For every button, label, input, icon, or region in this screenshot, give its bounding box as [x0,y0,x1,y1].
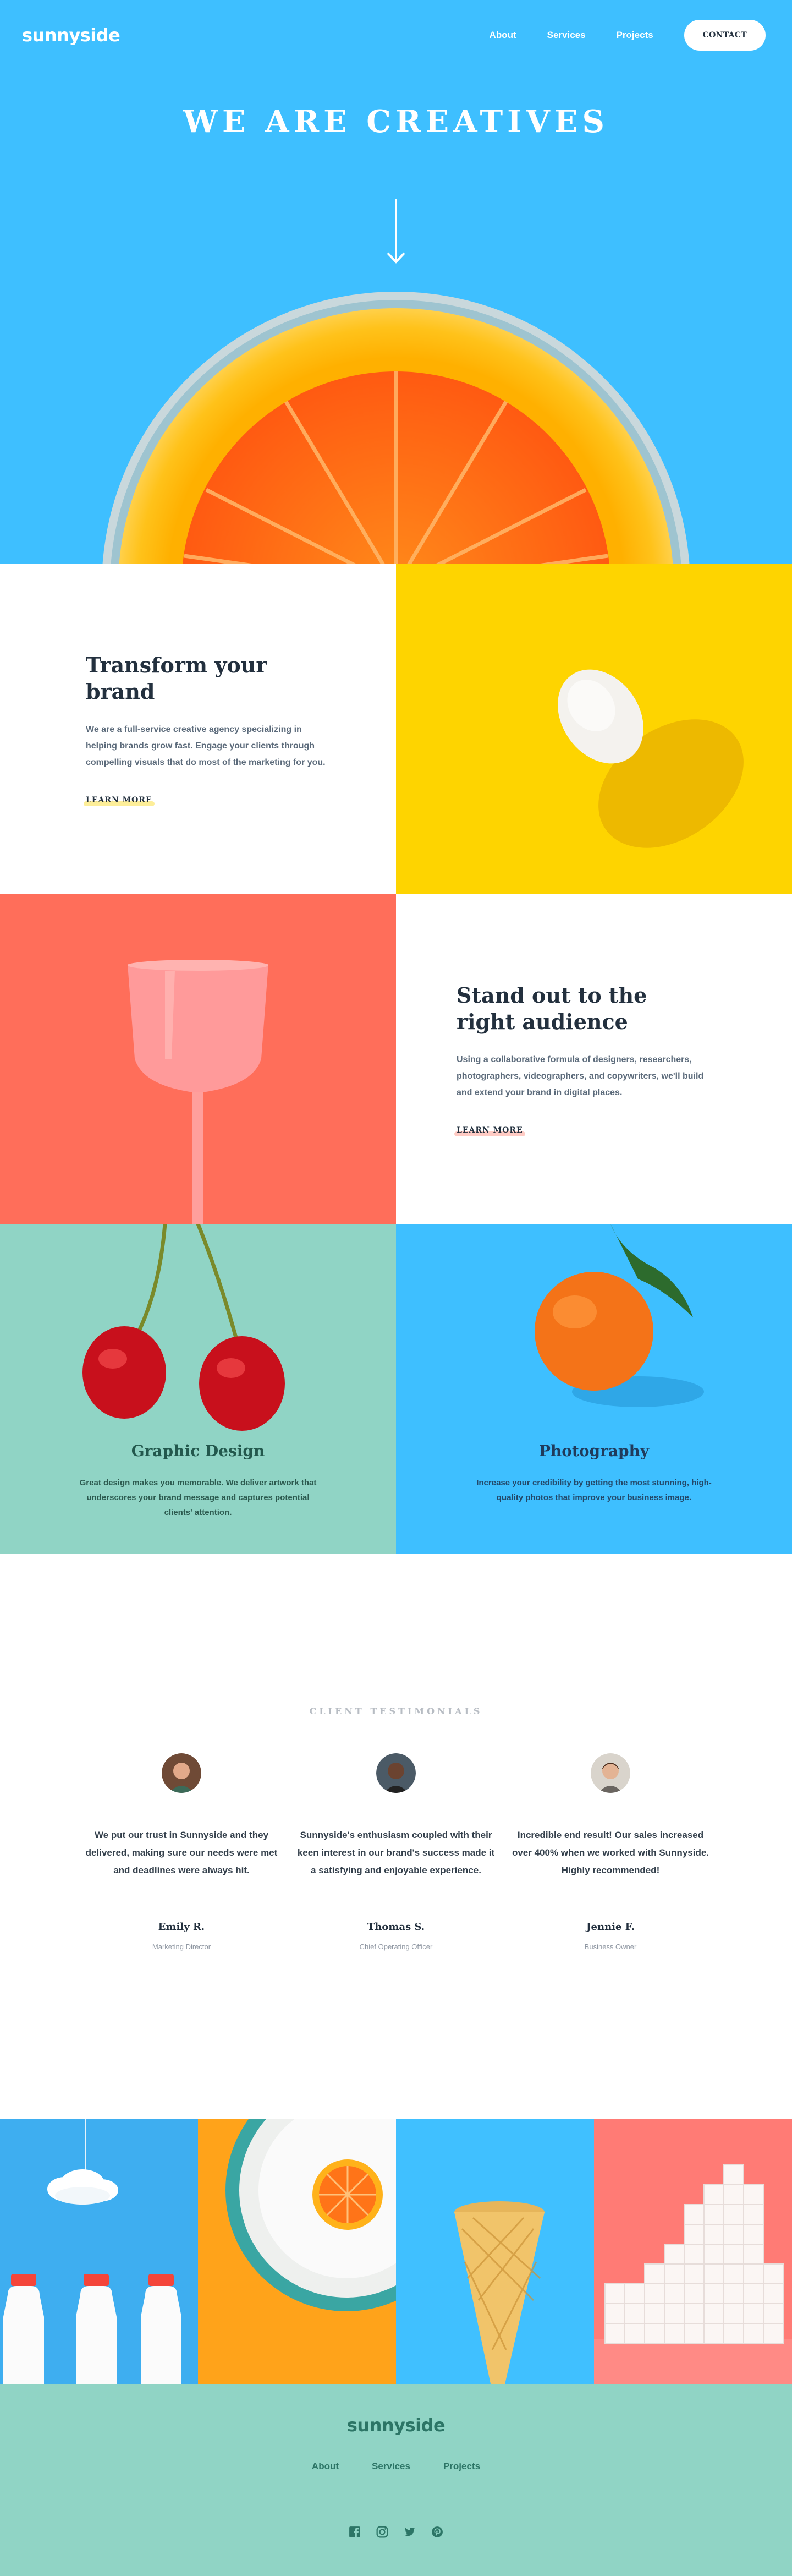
transform-body: We are a full-service creative agency sp… [86,725,326,767]
testimonial-name: Emily R. [158,1921,205,1933]
facebook-icon[interactable] [349,2526,361,2538]
arrow-down-icon[interactable] [386,199,406,264]
instagram-icon[interactable] [376,2526,388,2538]
social-links [0,2526,792,2538]
standout-section: Stand out to the right audience Using a … [0,894,792,1224]
testimonial-quote: Incredible end result! Our sales increas… [512,1830,710,1875]
testimonial-quote: We put our trust in Sunnyside and they d… [85,1830,278,1875]
gallery-orange-plate-image [198,2119,396,2384]
pinterest-icon[interactable] [431,2526,443,2538]
tangerine-illustration [535,1224,704,1407]
testimonials-section: CLIENT TESTIMONIALS We put our trust in … [0,1554,792,2119]
graphic-design-title: Graphic Design [131,1442,265,1460]
nav-link-services[interactable]: Services [547,30,586,41]
gallery-section [0,2119,792,2384]
testimonial-role: Business Owner [584,1943,637,1951]
learn-more-label: LEARN MORE [86,796,152,805]
standout-learn-more-link[interactable]: LEARN MORE [454,1126,525,1136]
twitter-icon[interactable] [404,2526,416,2538]
gallery-milk-bottles-image [0,2119,198,2384]
transform-section: Transform your brand We are a full-servi… [0,564,792,894]
standout-body: Using a collaborative formula of designe… [457,1055,704,1097]
testimonial-card: Sunnyside's enthusiasm coupled with thei… [297,1753,495,1951]
graphic-design-body: Great design makes you memorable. We del… [79,1478,317,1517]
egg-image [396,564,792,894]
footer-link-services[interactable]: Services [372,2461,410,2472]
photography-body: Increase your credibility by getting the… [476,1478,712,1502]
nav-link-projects[interactable]: Projects [617,30,653,41]
transform-learn-more-link[interactable]: LEARN MORE [84,796,155,806]
testimonial-role: Marketing Director [152,1943,211,1951]
testimonial-name: Thomas S. [367,1921,425,1933]
avatar [162,1753,201,1793]
ice-cream-cone-illustration [454,2201,544,2384]
standout-text: Stand out to the right audience Using a … [396,894,792,1224]
testimonials-label: CLIENT TESTIMONIALS [309,1706,483,1716]
transform-title: Transform your brand [86,653,267,704]
avatar [591,1753,630,1793]
photography-text: Photography Increase your credibility by… [396,1442,792,1505]
learn-more-label: LEARN MORE [457,1126,523,1135]
logo[interactable]: sunnyside [22,25,120,46]
egg-illustration [558,669,744,848]
footer-link-projects[interactable]: Projects [443,2461,480,2472]
testimonial-card: We put our trust in Sunnyside and they d… [82,1753,280,1951]
site-footer: sunnyside About Services Projects [0,2384,792,2576]
sugar-cubes-illustration [594,2164,792,2384]
services-section: Graphic Design Great design makes you me… [0,1224,792,1554]
avatar [376,1753,416,1793]
testimonial-card: Incredible end result! Our sales increas… [512,1753,710,1951]
main-nav: About Services Projects CONTACT [490,20,766,51]
orange-plate-illustration [226,2119,396,2311]
graphic-design-card: Graphic Design Great design makes you me… [0,1224,396,1554]
footer-logo[interactable]: sunnyside [0,2415,792,2436]
contact-button[interactable]: CONTACT [684,20,766,51]
site-header: sunnyside About Services Projects CONTAC… [22,19,766,52]
testimonial-role: Chief Operating Officer [359,1943,433,1951]
testimonial-quote: Sunnyside's enthusiasm coupled with thei… [297,1830,495,1875]
hero-section: sunnyside About Services Projects CONTAC… [0,0,792,564]
nav-link-about[interactable]: About [490,30,516,41]
testimonials-list: We put our trust in Sunnyside and they d… [82,1753,710,1951]
cup-illustration [128,960,268,1224]
footer-link-about[interactable]: About [312,2461,339,2472]
cup-image [0,894,396,1224]
milk-bottles-illustration [3,2119,182,2384]
transform-text: Transform your brand We are a full-servi… [0,564,396,894]
hero-orange-image [102,292,690,564]
standout-title: Stand out to the right audience [457,983,647,1034]
cherries-illustration [82,1224,285,1431]
photography-card: Photography Increase your credibility by… [396,1224,792,1554]
testimonial-name: Jennie F. [586,1921,635,1933]
hero-title: WE ARE CREATIVES [183,103,609,140]
photography-title: Photography [538,1442,650,1460]
gallery-sugar-cubes-image [594,2119,792,2384]
gallery-ice-cream-cone-image [396,2119,594,2384]
footer-nav: About Services Projects [0,2461,792,2472]
graphic-design-text: Graphic Design Great design makes you me… [0,1442,396,1520]
